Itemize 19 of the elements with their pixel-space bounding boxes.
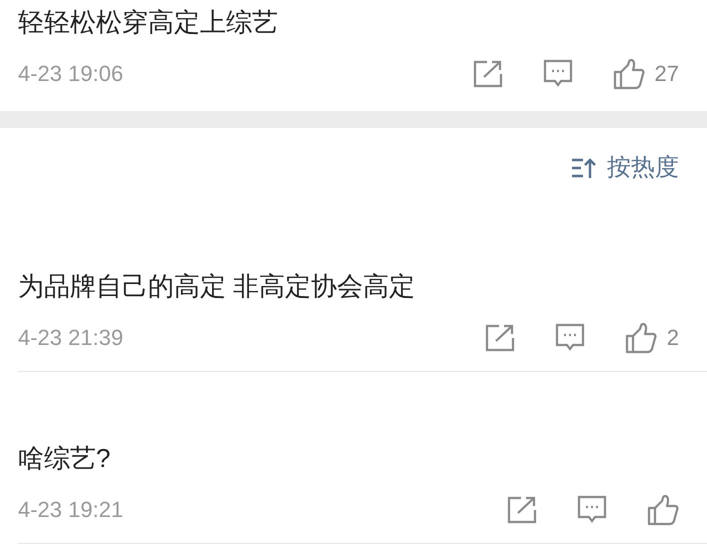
- comment-time: 4-23 19:06: [18, 63, 124, 85]
- comment-icon[interactable]: [554, 323, 585, 353]
- share-icon[interactable]: [507, 496, 537, 524]
- sort-icon: [571, 157, 597, 179]
- thumbs-up-icon[interactable]: [612, 58, 645, 90]
- comment-icon[interactable]: [542, 59, 573, 89]
- comment-text: 为品牌自己的高定 非高定协会高定: [18, 270, 416, 302]
- like-count: 2: [666, 327, 679, 349]
- like-count: 27: [654, 63, 679, 85]
- share-icon[interactable]: [472, 60, 503, 88]
- comment-text: 啥综艺?: [18, 442, 112, 474]
- comment-text: 轻轻松松穿高定上综艺: [18, 6, 279, 38]
- comment-time: 4-23 19:21: [18, 499, 124, 521]
- share-icon[interactable]: [484, 324, 515, 352]
- sort-by-popularity-button[interactable]: 按热度: [571, 156, 679, 180]
- thumbs-up-icon[interactable]: [624, 322, 657, 354]
- comment-icon[interactable]: [577, 495, 607, 525]
- comment-time: 4-23 21:39: [18, 327, 124, 349]
- thumbs-up-icon[interactable]: [647, 494, 679, 526]
